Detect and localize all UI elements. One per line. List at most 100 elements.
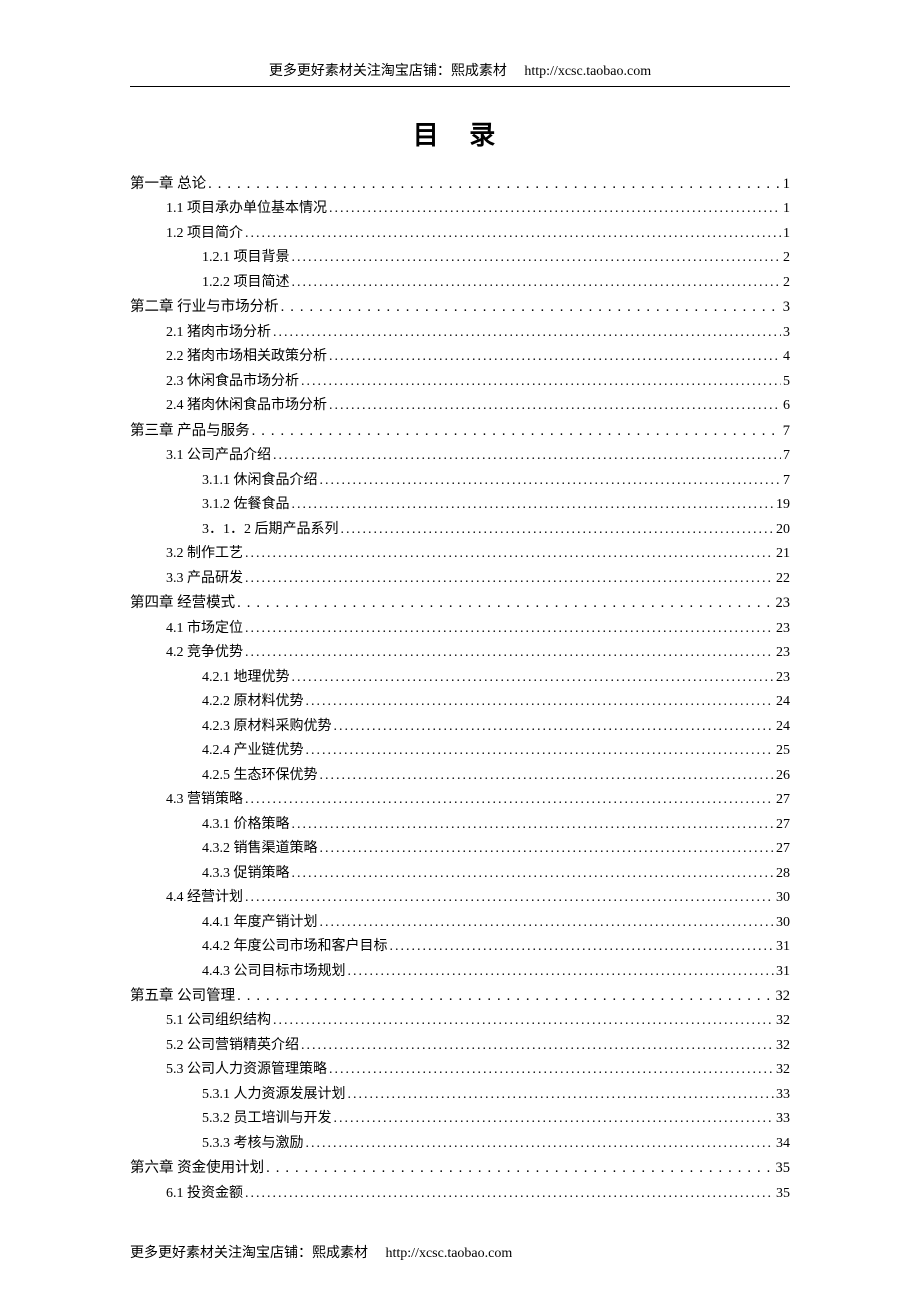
toc-entry: 4.3.3 促销策略..............................… [202, 862, 790, 887]
toc-entry-page: 22 [776, 567, 790, 592]
toc-entry-page: 32 [776, 1058, 790, 1083]
table-of-contents: 第一章 总论..................................… [130, 172, 790, 1206]
toc-entry-page: 23 [776, 666, 790, 691]
toc-entry-page: 35 [776, 1182, 790, 1207]
header-text: 更多更好素材关注淘宝店铺：熙成素材 [269, 64, 507, 79]
toc-leader-dots: ........................................… [245, 1182, 774, 1207]
toc-entry: 1.2 项目简介................................… [166, 222, 790, 247]
toc-entry: 5.3 公司人力资源管理策略..........................… [166, 1058, 790, 1083]
toc-entry-page: 24 [776, 690, 790, 715]
toc-entry-label: 3.3 产品研发 [166, 567, 243, 592]
header-link[interactable]: http://xcsc.taobao.com [524, 64, 651, 79]
toc-entry-label: 第六章 资金使用计划 [130, 1156, 264, 1181]
toc-leader-dots: ........................................… [390, 935, 775, 960]
toc-entry-label: 4.2 竞争优势 [166, 641, 243, 666]
toc-leader-dots: ........................................… [306, 739, 775, 764]
toc-entry-page: 23 [776, 591, 791, 616]
toc-entry: 第二章 行业与市场分析.............................… [130, 295, 790, 320]
toc-entry-page: 32 [776, 1009, 790, 1034]
toc-leader-dots: ........................................… [245, 641, 774, 666]
toc-entry: 5.1 公司组织结构..............................… [166, 1009, 790, 1034]
toc-leader-dots: ........................................… [245, 617, 774, 642]
toc-entry-label: 1.2.2 项目简述 [202, 271, 290, 296]
toc-leader-dots: ........................................… [306, 690, 775, 715]
toc-entry-label: 2.2 猪肉市场相关政策分析 [166, 345, 327, 370]
toc-entry: 1.1 项目承办单位基本情况..........................… [166, 197, 790, 222]
toc-entry-page: 32 [776, 984, 791, 1009]
toc-entry-label: 5.3.1 人力资源发展计划 [202, 1083, 346, 1108]
toc-entry-label: 4.2.2 原材料优势 [202, 690, 304, 715]
toc-leader-dots: ........................................… [292, 246, 782, 271]
toc-leader-dots: ........................................… [273, 444, 781, 469]
toc-entry-page: 19 [776, 493, 790, 518]
toc-entry: 3.1.1 休闲食品介绍............................… [202, 469, 790, 494]
toc-leader-dots: ........................................… [281, 295, 781, 320]
toc-entry-page: 1 [783, 197, 790, 222]
toc-entry-page: 20 [776, 518, 790, 543]
toc-leader-dots: ........................................… [348, 1083, 775, 1108]
toc-entry-label: 2.3 休闲食品市场分析 [166, 370, 299, 395]
toc-entry-page: 27 [776, 788, 790, 813]
toc-entry: 5.3.3 考核与激励.............................… [202, 1132, 790, 1157]
toc-entry: 4.2 竞争优势................................… [166, 641, 790, 666]
toc-entry-label: 3．1．2 后期产品系列 [202, 518, 339, 543]
toc-leader-dots: ........................................… [245, 886, 774, 911]
toc-entry: 第三章 产品与服务...............................… [130, 419, 790, 444]
toc-entry-label: 2.4 猪肉休闲食品市场分析 [166, 394, 327, 419]
toc-entry-label: 4.4.1 年度产销计划 [202, 911, 318, 936]
toc-entry: 4.4.2 年度公司市场和客户目标.......................… [202, 935, 790, 960]
toc-entry: 4.3 营销策略................................… [166, 788, 790, 813]
toc-entry-page: 2 [783, 246, 790, 271]
toc-entry-page: 26 [776, 764, 790, 789]
toc-entry: 4.3.1 价格策略..............................… [202, 813, 790, 838]
toc-leader-dots: ........................................… [301, 1034, 774, 1059]
toc-entry: 4.1 市场定位................................… [166, 617, 790, 642]
toc-leader-dots: ........................................… [292, 862, 775, 887]
toc-entry: 3.1.2 佐餐食品..............................… [202, 493, 790, 518]
toc-leader-dots: ........................................… [329, 1058, 774, 1083]
toc-entry-label: 6.1 投资金额 [166, 1182, 243, 1207]
toc-entry: 6.1 投资金额................................… [166, 1182, 790, 1207]
toc-entry-page: 7 [783, 469, 790, 494]
toc-leader-dots: ........................................… [292, 493, 775, 518]
toc-entry-label: 第五章 公司管理 [130, 984, 235, 1009]
toc-leader-dots: ........................................… [348, 960, 775, 985]
toc-entry-page: 33 [776, 1083, 790, 1108]
toc-leader-dots: ........................................… [320, 764, 775, 789]
toc-entry-label: 5.1 公司组织结构 [166, 1009, 271, 1034]
toc-entry: 4.4.3 公司目标市场规划..........................… [202, 960, 790, 985]
toc-entry: 4.2.1 地理优势..............................… [202, 666, 790, 691]
toc-entry: 3.1 公司产品介绍..............................… [166, 444, 790, 469]
toc-entry-page: 30 [776, 911, 790, 936]
toc-entry-page: 30 [776, 886, 790, 911]
toc-entry: 2.3 休闲食品市场分析............................… [166, 370, 790, 395]
toc-entry-page: 33 [776, 1107, 790, 1132]
toc-leader-dots: ........................................… [273, 1009, 774, 1034]
toc-leader-dots: ........................................… [341, 518, 775, 543]
toc-leader-dots: ........................................… [273, 321, 781, 346]
toc-entry: 5.2 公司营销精英介绍............................… [166, 1034, 790, 1059]
toc-leader-dots: ........................................… [306, 1132, 775, 1157]
toc-leader-dots: ........................................… [252, 419, 781, 444]
toc-entry: 3.2 制作工艺................................… [166, 542, 790, 567]
toc-entry-page: 23 [776, 641, 790, 666]
toc-entry: 3．1．2 后期产品系列............................… [202, 518, 790, 543]
toc-entry: 4.4 经营计划................................… [166, 886, 790, 911]
toc-leader-dots: ........................................… [245, 222, 781, 247]
toc-entry-label: 4.2.4 产业链优势 [202, 739, 304, 764]
toc-entry-label: 5.3.2 员工培训与开发 [202, 1107, 332, 1132]
toc-leader-dots: ........................................… [329, 197, 781, 222]
toc-leader-dots: ........................................… [237, 591, 773, 616]
toc-entry: 1.2.2 项目简述..............................… [202, 271, 790, 296]
toc-entry-page: 23 [776, 617, 790, 642]
footer-link[interactable]: http://xcsc.taobao.com [386, 1246, 513, 1261]
toc-entry-page: 25 [776, 739, 790, 764]
toc-entry-label: 5.3.3 考核与激励 [202, 1132, 304, 1157]
toc-entry-label: 4.2.1 地理优势 [202, 666, 290, 691]
toc-leader-dots: ........................................… [334, 1107, 775, 1132]
toc-entry-label: 5.3 公司人力资源管理策略 [166, 1058, 327, 1083]
toc-entry-page: 24 [776, 715, 790, 740]
toc-entry-page: 32 [776, 1034, 790, 1059]
toc-leader-dots: ........................................… [292, 813, 775, 838]
toc-entry-page: 28 [776, 862, 790, 887]
